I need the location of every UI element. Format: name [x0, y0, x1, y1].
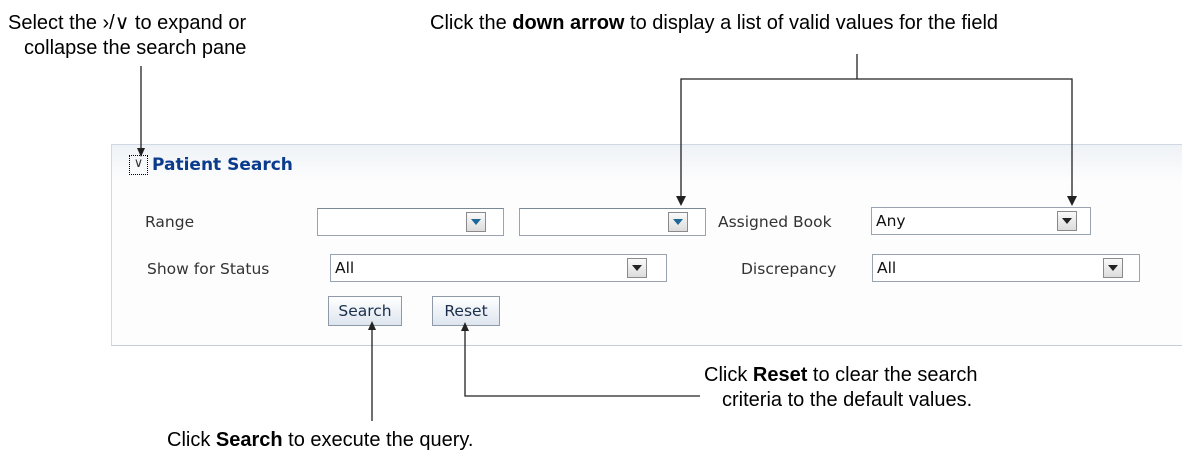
connector-arrow-branches [680, 78, 1073, 198]
arrowhead-toggle [137, 148, 145, 157]
connector-reset [464, 327, 700, 397]
callout-connectors [137, 54, 1077, 421]
arrowhead-search [368, 321, 376, 330]
arrowhead-assigned-book [1067, 196, 1077, 206]
arrowhead-reset [461, 322, 469, 331]
arrowhead-range [676, 196, 686, 206]
